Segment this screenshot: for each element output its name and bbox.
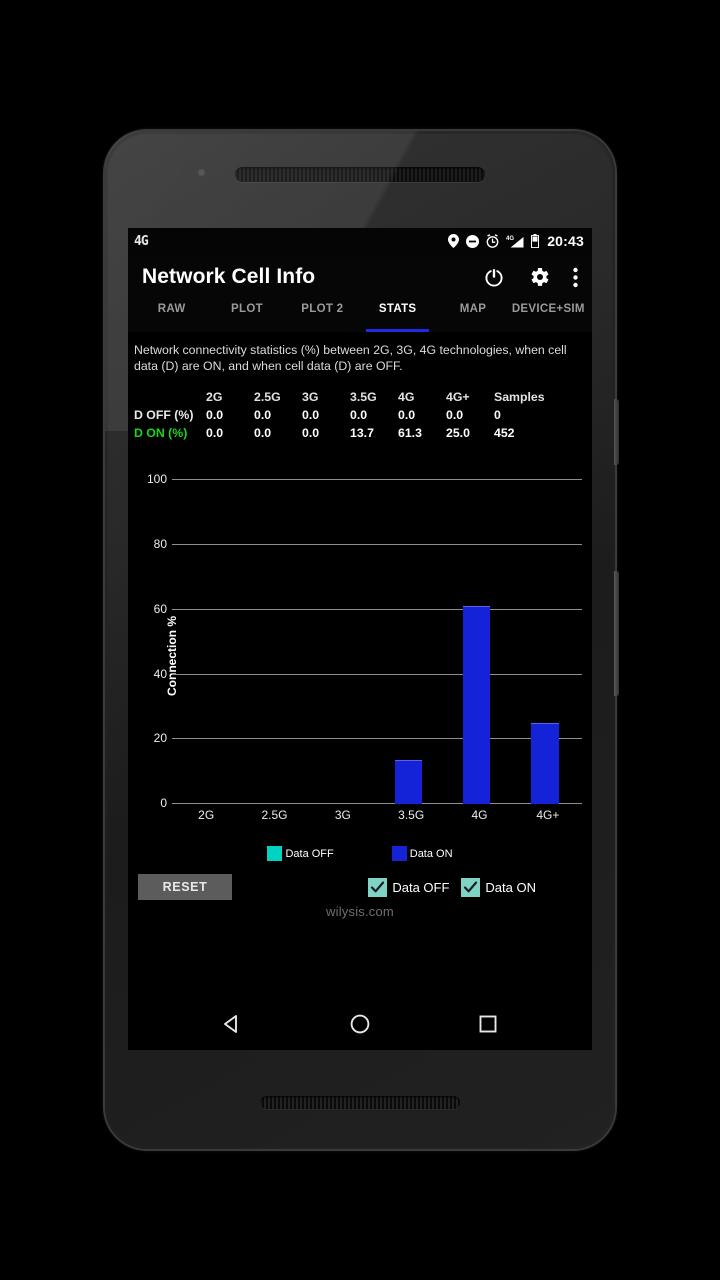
chart-bar bbox=[394, 759, 423, 805]
checkbox-box[interactable] bbox=[461, 877, 481, 897]
tab-label: RAW bbox=[157, 303, 186, 315]
table-row: D ON (%) 0.0 0.0 0.0 13.7 61.3 25.0 452 bbox=[134, 424, 586, 442]
power-button-hardware[interactable] bbox=[614, 399, 619, 465]
tab-plot[interactable]: PLOT bbox=[209, 300, 284, 332]
location-pin-icon bbox=[448, 234, 460, 248]
chart-y-tick-label: 80 bbox=[153, 537, 167, 551]
active-tab-indicator bbox=[365, 329, 430, 332]
signal-4g-icon: 4G bbox=[506, 234, 524, 248]
table-cell: 0.0 bbox=[302, 408, 320, 423]
chart-bar bbox=[531, 723, 559, 805]
tab-label: PLOT bbox=[231, 303, 263, 315]
chart-bars bbox=[172, 480, 582, 805]
bottom-speaker bbox=[260, 1096, 460, 1109]
checkbox-data-on[interactable]: Data ON bbox=[461, 877, 536, 897]
tab-label: STATS bbox=[378, 303, 417, 315]
tab-stats[interactable]: STATS bbox=[360, 300, 435, 332]
chart-x-tick-label: 4G bbox=[471, 808, 488, 823]
table-cell: 0.0 bbox=[398, 408, 416, 423]
android-nav-bar bbox=[128, 998, 592, 1050]
chart-x-tick-label: 2G bbox=[198, 808, 215, 823]
table-cell: 0.0 bbox=[302, 426, 320, 441]
chart-y-tick-label: 100 bbox=[146, 472, 167, 487]
table-cell: 452 bbox=[494, 426, 515, 441]
chart-y-tick-label: 40 bbox=[153, 666, 167, 681]
do-not-disturb-icon bbox=[466, 234, 480, 248]
alarm-clock-icon bbox=[486, 234, 499, 248]
power-icon[interactable] bbox=[483, 266, 505, 288]
table-cell: 0.0 bbox=[350, 408, 368, 423]
status-bar-time: 20:43 bbox=[547, 233, 584, 249]
tab-label: MAP bbox=[459, 303, 487, 315]
chart-bar bbox=[463, 605, 491, 805]
table-cell: 0.0 bbox=[254, 408, 272, 423]
table-cell: 13.7 bbox=[350, 426, 374, 441]
status-network-badge: 4G bbox=[134, 233, 149, 249]
table-cell: 0 bbox=[494, 408, 501, 423]
table-row-label: D ON (%) bbox=[134, 426, 188, 441]
table-cell: 25.0 bbox=[446, 426, 470, 441]
chart-x-tick-label: 2.5G bbox=[261, 808, 288, 823]
app-bar-actions bbox=[483, 265, 578, 289]
table-column-header: 2G bbox=[206, 390, 223, 405]
table-column-header: 4G+ bbox=[446, 390, 470, 405]
table-cell: 0.0 bbox=[446, 408, 464, 423]
volume-rocker-hardware[interactable] bbox=[614, 571, 619, 696]
tab-label: PLOT 2 bbox=[301, 303, 344, 315]
table-cell: 0.0 bbox=[206, 408, 224, 423]
tab-bar: RAW PLOT PLOT 2 STATS MAP DEVICE+SIM bbox=[128, 300, 592, 332]
recents-icon[interactable] bbox=[476, 1012, 500, 1036]
chart-x-tick-label: 3.5G bbox=[398, 808, 425, 823]
table-cell: 0.0 bbox=[206, 426, 224, 441]
phone-device: 4G 4G 20:43 Network Cell Info RAW PLOT P… bbox=[105, 131, 619, 1149]
table-column-header: 3.5G bbox=[350, 390, 377, 405]
svg-text:4G: 4G bbox=[506, 236, 514, 242]
home-icon[interactable] bbox=[348, 1012, 372, 1036]
table-column-header: 3G bbox=[302, 390, 319, 405]
watermark: wilysis.com bbox=[326, 904, 394, 920]
front-camera-icon bbox=[197, 168, 206, 177]
chart-y-tick-label: 60 bbox=[153, 601, 167, 616]
phone-screen: 4G 4G 20:43 Network Cell Info RAW PLOT P… bbox=[128, 228, 592, 1050]
chart-plot-area: 0 20 40 60 80 100 bbox=[147, 472, 582, 810]
table-column-header: 4G bbox=[398, 390, 415, 405]
settings-gear-icon[interactable] bbox=[527, 265, 551, 289]
battery-icon bbox=[531, 234, 540, 248]
tab-map[interactable]: MAP bbox=[435, 300, 510, 332]
back-icon[interactable] bbox=[220, 1012, 244, 1036]
reset-button[interactable]: RESET bbox=[138, 874, 232, 901]
checkbox-data-off[interactable]: Data OFF bbox=[368, 877, 450, 897]
stats-bar-chart: Connection % 0 20 40 60 80 100 2G 2.5G 3G 3.5G 4G… bbox=[128, 460, 592, 852]
checkbox-label: Data ON bbox=[485, 879, 536, 895]
tab-device-sim[interactable]: DEVICE+SIM bbox=[511, 300, 586, 332]
tab-raw[interactable]: RAW bbox=[134, 300, 209, 332]
tab-plot-2[interactable]: PLOT 2 bbox=[285, 300, 360, 332]
chart-x-axis-labels: 2G 2.5G 3G 3.5G 4G 4G+ bbox=[172, 808, 582, 828]
table-row: D OFF (%) 0.0 0.0 0.0 0.0 0.0 0.0 0 bbox=[134, 406, 586, 424]
table-header-row: 2G 2.5G 3G 3.5G 4G 4G+ Samples bbox=[134, 388, 586, 406]
chart-x-tick-label: 3G bbox=[334, 808, 351, 823]
checkbox-label: Data OFF bbox=[392, 879, 450, 895]
checkbox-box[interactable] bbox=[368, 877, 388, 897]
app-title: Network Cell Info bbox=[142, 265, 316, 288]
status-bar-icons: 4G 20:43 bbox=[448, 233, 584, 249]
chart-x-tick-label: 4G+ bbox=[536, 808, 560, 823]
checkbox-group: Data OFF Data ON bbox=[368, 877, 582, 897]
chart-y-tick-label: 20 bbox=[153, 731, 167, 746]
controls-row: RESET Data OFF Data ON bbox=[128, 874, 592, 901]
status-bar: 4G 4G 20:43 bbox=[128, 228, 592, 254]
stats-table: 2G 2.5G 3G 3.5G 4G 4G+ Samples D OFF (%)… bbox=[128, 374, 592, 442]
tab-label: DEVICE+SIM bbox=[511, 303, 585, 315]
overflow-menu-icon[interactable] bbox=[573, 267, 578, 288]
table-column-header: Samples bbox=[494, 390, 545, 405]
earpiece-speaker bbox=[235, 167, 485, 182]
app-bar: Network Cell Info bbox=[128, 254, 592, 300]
table-column-header: 2.5G bbox=[254, 390, 281, 405]
table-row-label: D OFF (%) bbox=[134, 408, 194, 423]
chart-y-tick-label: 0 bbox=[160, 796, 167, 811]
table-cell: 0.0 bbox=[254, 426, 272, 441]
table-cell: 61.3 bbox=[398, 426, 422, 441]
stats-description: Network connectivity statistics (%) betw… bbox=[134, 343, 567, 373]
